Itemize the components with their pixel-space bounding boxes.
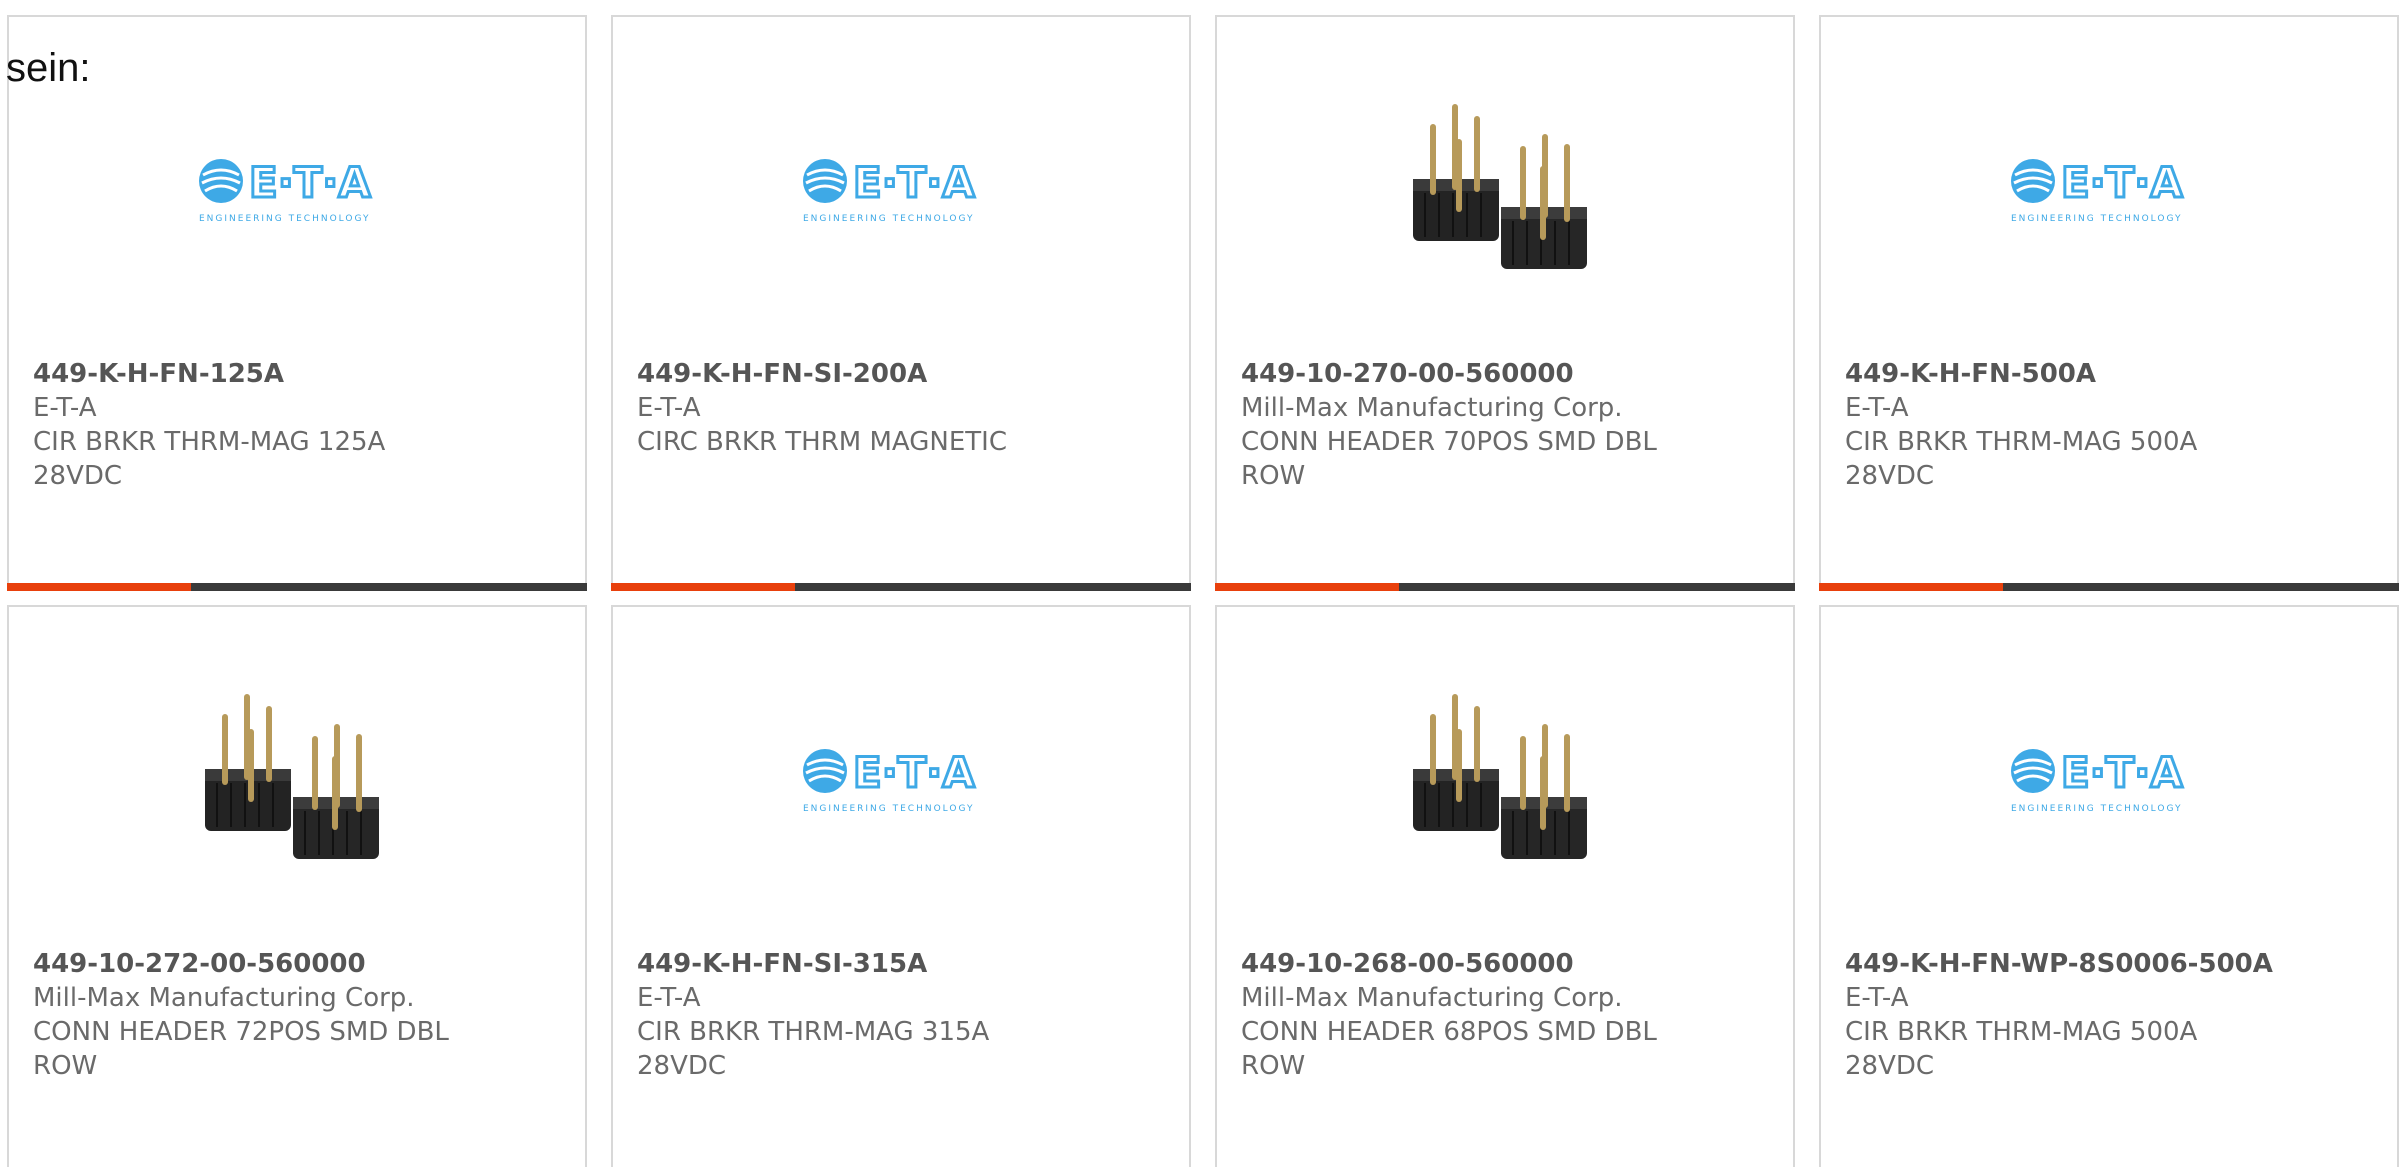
product-image-eta-logo[interactable]: E·T·A ENGINEERING TECHNOLOGY [9,82,585,302]
svg-text:ENGINEERING TECHNOLOGY: ENGINEERING TECHNOLOGY [2011,804,2182,814]
product-image-pin-header[interactable] [1217,672,1793,892]
manufacturer-name: Mill-Max Manufacturing Corp. [1241,983,1623,1013]
part-number[interactable]: 449-10-268-00-560000 [1241,947,1769,981]
svg-text:ENGINEERING TECHNOLOGY: ENGINEERING TECHNOLOGY [803,804,974,814]
product-card[interactable]: 449-10-270-00-560000 Mill-Max Manufactur… [1215,15,1795,591]
part-number[interactable]: 449-K-H-FN-SI-200A [637,357,1165,391]
part-number[interactable]: 449-10-270-00-560000 [1241,357,1769,391]
part-number[interactable]: 449-K-H-FN-SI-315A [637,947,1165,981]
card-accent-bar [1819,583,2003,591]
product-description: CONN HEADER 72POS SMD DBL ROW [33,1017,449,1081]
part-number[interactable]: 449-K-H-FN-125A [33,357,561,391]
eta-logo: E·T·A ENGINEERING TECHNOLOGY [2011,157,2185,224]
manufacturer-name: E-T-A [637,983,701,1013]
product-description: CIR BRKR THRM-MAG 315A 28VDC [637,1017,990,1081]
product-info: 449-10-268-00-560000 Mill-Max Manufactur… [1241,947,1769,1083]
svg-text:E·T·A: E·T·A [2061,158,2183,207]
product-grid-page: E·T·A ENGINEERING TECHNOLOGY 449-K-H-FN-… [0,0,2400,1167]
card-bottom-bar [1215,583,1795,591]
manufacturer-name: E-T-A [1845,983,1909,1013]
product-card[interactable]: E·T·A ENGINEERING TECHNOLOGY 449-K-H-FN-… [7,15,587,591]
manufacturer-name: Mill-Max Manufacturing Corp. [1241,393,1623,423]
pin-header-photo [1413,104,1587,269]
product-info: 449-10-270-00-560000 Mill-Max Manufactur… [1241,357,1769,493]
eta-logo: E·T·A ENGINEERING TECHNOLOGY [2011,747,2185,814]
svg-text:E·T·A: E·T·A [249,158,371,207]
product-image-eta-logo[interactable]: E·T·A ENGINEERING TECHNOLOGY [1821,672,2397,892]
product-description: CONN HEADER 70POS SMD DBL ROW [1241,427,1657,491]
card-accent-bar [611,583,795,591]
product-image-eta-logo[interactable]: E·T·A ENGINEERING TECHNOLOGY [613,672,1189,892]
product-info: 449-K-H-FN-SI-315A E-T-A CIR BRKR THRM-M… [637,947,1165,1083]
eta-logo: E·T·A ENGINEERING TECHNOLOGY [803,157,977,224]
svg-text:ENGINEERING TECHNOLOGY: ENGINEERING TECHNOLOGY [2011,214,2182,224]
card-bottom-bar [611,583,1191,591]
product-info: 449-K-H-FN-125A E-T-A CIR BRKR THRM-MAG … [33,357,561,493]
product-card[interactable]: E·T·A ENGINEERING TECHNOLOGY 449-K-H-FN-… [611,15,1191,591]
product-info: 449-10-272-00-560000 Mill-Max Manufactur… [33,947,561,1083]
product-card[interactable]: E·T·A ENGINEERING TECHNOLOGY 449-K-H-FN-… [1819,605,2399,1167]
manufacturer-name: E-T-A [33,393,97,423]
product-info: 449-K-H-FN-SI-200A E-T-A CIRC BRKR THRM … [637,357,1165,459]
svg-text:E·T·A: E·T·A [2061,748,2183,797]
product-card[interactable]: 449-10-268-00-560000 Mill-Max Manufactur… [1215,605,1795,1167]
manufacturer-name: E-T-A [637,393,701,423]
product-card[interactable]: E·T·A ENGINEERING TECHNOLOGY 449-K-H-FN-… [611,605,1191,1167]
card-bottom-bar [7,583,587,591]
product-description: CONN HEADER 68POS SMD DBL ROW [1241,1017,1657,1081]
eta-logo: E·T·A ENGINEERING TECHNOLOGY [803,747,977,814]
product-info: 449-K-H-FN-WP-8S0006-500A E-T-A CIR BRKR… [1845,947,2373,1083]
manufacturer-name: E-T-A [1845,393,1909,423]
product-description: CIR BRKR THRM-MAG 500A 28VDC [1845,427,2198,491]
product-image-pin-header[interactable] [1217,82,1793,302]
intro-text: sein: [6,46,91,90]
product-image-pin-header[interactable] [9,672,585,892]
product-description: CIR BRKR THRM-MAG 125A 28VDC [33,427,386,491]
svg-text:ENGINEERING TECHNOLOGY: ENGINEERING TECHNOLOGY [803,214,974,224]
card-accent-bar [7,583,191,591]
part-number[interactable]: 449-K-H-FN-WP-8S0006-500A [1845,947,2373,981]
part-number[interactable]: 449-10-272-00-560000 [33,947,561,981]
product-description: CIR BRKR THRM-MAG 500A 28VDC [1845,1017,2198,1081]
product-card[interactable]: 449-10-272-00-560000 Mill-Max Manufactur… [7,605,587,1167]
product-image-eta-logo[interactable]: E·T·A ENGINEERING TECHNOLOGY [613,82,1189,302]
svg-text:ENGINEERING TECHNOLOGY: ENGINEERING TECHNOLOGY [199,214,370,224]
svg-text:E·T·A: E·T·A [853,158,975,207]
eta-logo: E·T·A ENGINEERING TECHNOLOGY [199,157,373,224]
product-image-eta-logo[interactable]: E·T·A ENGINEERING TECHNOLOGY [1821,82,2397,302]
svg-text:E·T·A: E·T·A [853,748,975,797]
product-card[interactable]: E·T·A ENGINEERING TECHNOLOGY 449-K-H-FN-… [1819,15,2399,591]
pin-header-photo [1413,694,1587,859]
card-accent-bar [1215,583,1399,591]
card-bottom-bar [1819,583,2399,591]
part-number[interactable]: 449-K-H-FN-500A [1845,357,2373,391]
manufacturer-name: Mill-Max Manufacturing Corp. [33,983,415,1013]
product-info: 449-K-H-FN-500A E-T-A CIR BRKR THRM-MAG … [1845,357,2373,493]
pin-header-photo [205,694,379,859]
product-description: CIRC BRKR THRM MAGNETIC [637,427,1007,457]
